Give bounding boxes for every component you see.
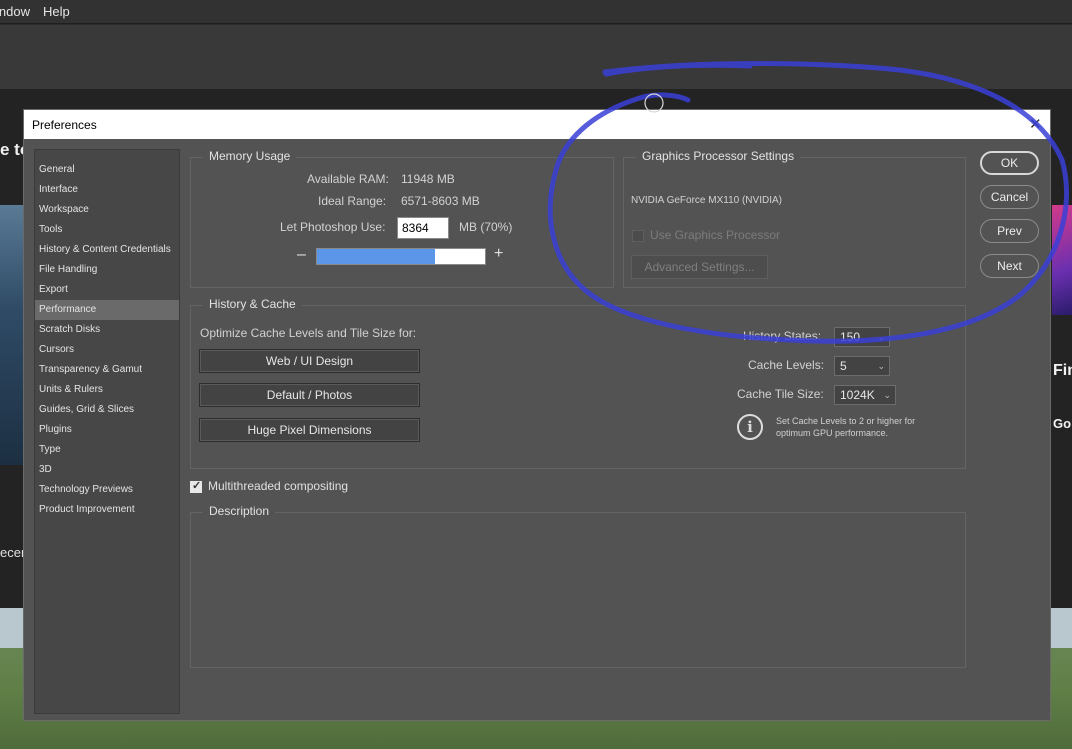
sidebar-item-technology-previews[interactable]: Technology Previews: [35, 480, 179, 500]
description-legend: Description: [203, 504, 276, 518]
sidebar-item-history-content-credentials[interactable]: History & Content Credentials: [35, 240, 179, 260]
cache-levels-label: Cache Levels:: [748, 358, 825, 372]
home-right-link-fragment: Go: [1053, 416, 1072, 431]
sidebar-item-scratch-disks[interactable]: Scratch Disks: [35, 320, 179, 340]
history-states-value: 150: [840, 330, 861, 344]
cancel-button[interactable]: Cancel: [980, 185, 1039, 209]
multithreaded-compositing-label: Multithreaded compositing: [208, 479, 349, 493]
cache-levels-dropdown[interactable]: 5 ⌄: [834, 356, 890, 376]
chevron-down-icon: ⌄: [883, 390, 891, 400]
preferences-dialog: Preferences ✕ General Interface Workspac…: [23, 109, 1051, 721]
preset-web-ui-button[interactable]: Web / UI Design: [199, 349, 420, 373]
home-thumbnail-right: [1052, 205, 1072, 315]
memory-unit-percent: MB (70%): [459, 220, 513, 234]
sidebar-item-performance[interactable]: Performance: [35, 300, 179, 320]
dialog-titlebar: Preferences ✕: [24, 110, 1050, 139]
prev-button[interactable]: Prev: [980, 219, 1039, 243]
graphics-processor-group: Graphics Processor Settings NVIDIA GeFor…: [623, 149, 966, 288]
let-photoshop-use-label: Let Photoshop Use:: [280, 220, 386, 234]
home-right-heading-fragment: Fin: [1053, 362, 1072, 379]
memory-slider-fill: [317, 249, 435, 264]
chevron-down-icon: ⌄: [877, 361, 885, 371]
sidebar-item-product-improvement[interactable]: Product Improvement: [35, 500, 179, 520]
sidebar-item-workspace[interactable]: Workspace: [35, 200, 179, 220]
sidebar-item-plugins[interactable]: Plugins: [35, 420, 179, 440]
use-gpu-label: Use Graphics Processor: [650, 228, 781, 242]
next-button[interactable]: Next: [980, 254, 1039, 278]
description-group: Description: [190, 504, 966, 668]
memory-usage-legend: Memory Usage: [203, 149, 297, 163]
sidebar-item-tools[interactable]: Tools: [35, 220, 179, 240]
history-states-label: History States:: [743, 329, 822, 343]
menu-window[interactable]: indow: [0, 4, 30, 19]
graphics-processor-legend: Graphics Processor Settings: [636, 149, 801, 163]
sidebar-item-cursors[interactable]: Cursors: [35, 340, 179, 360]
sidebar-item-units-rulers[interactable]: Units & Rulers: [35, 380, 179, 400]
sidebar-item-guides-grid-slices[interactable]: Guides, Grid & Slices: [35, 400, 179, 420]
available-ram-value: 11948 MB: [401, 172, 455, 186]
sidebar-item-interface[interactable]: Interface: [35, 180, 179, 200]
sidebar-item-general[interactable]: General: [35, 160, 179, 180]
memory-increase-button[interactable]: +: [494, 245, 503, 263]
cache-tile-size-dropdown[interactable]: 1024K ⌄: [834, 385, 896, 405]
memory-decrease-button[interactable]: –: [297, 246, 306, 264]
ideal-range-label: Ideal Range:: [318, 194, 387, 208]
preset-default-photos-button[interactable]: Default / Photos: [199, 383, 420, 407]
home-thumbnail-left: [0, 205, 23, 465]
sidebar-item-file-handling[interactable]: File Handling: [35, 260, 179, 280]
preferences-sidebar: General Interface Workspace Tools Histor…: [34, 149, 180, 714]
memory-usage-group: Memory Usage Available RAM: 11948 MB Ide…: [190, 149, 614, 288]
cache-info-line1: Set Cache Levels to 2 or higher for: [776, 416, 916, 426]
sidebar-item-transparency-gamut[interactable]: Transparency & Gamut: [35, 360, 179, 380]
sidebar-item-3d[interactable]: 3D: [35, 460, 179, 480]
cache-tile-size-value: 1024K: [840, 388, 875, 402]
sidebar-item-export[interactable]: Export: [35, 280, 179, 300]
preset-huge-pixel-button[interactable]: Huge Pixel Dimensions: [199, 418, 420, 442]
dialog-title: Preferences: [32, 118, 97, 132]
menu-help[interactable]: Help: [43, 4, 70, 19]
gpu-device-name: NVIDIA GeForce MX110 (NVIDIA): [631, 195, 782, 206]
options-bar: [0, 25, 1072, 89]
cache-levels-value: 5: [840, 359, 847, 373]
available-ram-label: Available RAM:: [307, 172, 389, 186]
ok-button[interactable]: OK: [980, 151, 1039, 175]
history-states-dropdown[interactable]: 150 ⌄: [834, 327, 890, 347]
chevron-down-icon: ⌄: [877, 332, 885, 342]
info-icon: i: [737, 414, 763, 440]
cache-tile-size-label: Cache Tile Size:: [737, 387, 824, 401]
history-cache-group: History & Cache Optimize Cache Levels an…: [190, 297, 966, 469]
memory-slider[interactable]: [316, 248, 486, 265]
menu-bar: indow Help: [0, 0, 1072, 24]
cache-info-line2: optimum GPU performance.: [776, 428, 889, 438]
optimize-cache-label: Optimize Cache Levels and Tile Size for:: [200, 326, 417, 340]
close-icon[interactable]: ✕: [1029, 115, 1042, 133]
use-gpu-checkbox[interactable]: [632, 230, 644, 242]
advanced-settings-button[interactable]: Advanced Settings...: [631, 255, 768, 279]
history-cache-legend: History & Cache: [203, 297, 302, 311]
memory-amount-input[interactable]: 8364: [397, 217, 449, 239]
sidebar-item-type[interactable]: Type: [35, 440, 179, 460]
multithreaded-compositing-checkbox[interactable]: [190, 479, 202, 493]
ideal-range-value: 6571-8603 MB: [401, 194, 480, 208]
